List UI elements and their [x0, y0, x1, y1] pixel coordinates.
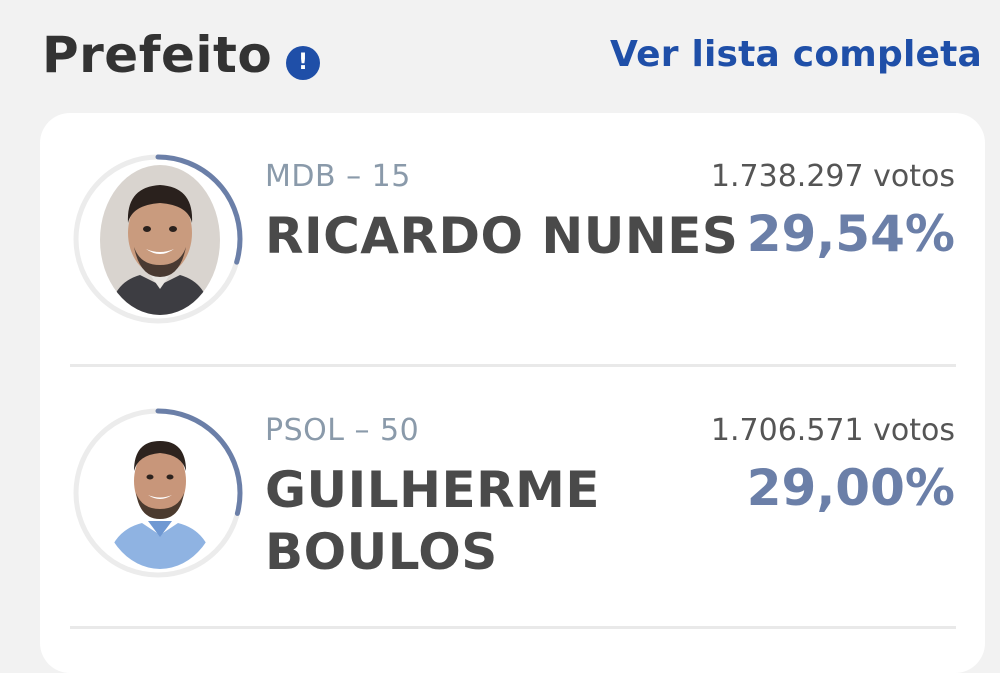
candidate-row[interactable]: PSOL – 50 GUILHERME BOULOS 1.706.571 vot…: [40, 367, 985, 627]
party-label: PSOL – 50: [265, 413, 420, 448]
vote-count: 1.738.297 votos: [710, 159, 955, 194]
page-title: Prefeito: [42, 26, 273, 84]
candidate-photo: [100, 165, 220, 315]
vote-percent: 29,54%: [746, 205, 955, 263]
avatar: [70, 151, 246, 327]
candidate-name: GUILHERME BOULOS: [265, 461, 601, 581]
candidate-name: RICARDO NUNES: [265, 207, 739, 265]
vote-percent: 29,00%: [746, 459, 955, 517]
section-header: Prefeito ! Ver lista completa: [0, 0, 1000, 110]
results-card: MDB – 15 RICARDO NUNES 1.738.297 votos 2…: [40, 113, 985, 673]
avatar: [70, 405, 246, 581]
see-full-list-link[interactable]: Ver lista completa: [610, 34, 982, 75]
vote-count: 1.706.571 votos: [710, 413, 955, 448]
candidate-row[interactable]: MDB – 15 RICARDO NUNES 1.738.297 votos 2…: [40, 113, 985, 365]
row-divider: [70, 626, 956, 629]
party-label: MDB – 15: [265, 159, 411, 194]
candidate-photo: [100, 419, 220, 569]
info-icon[interactable]: !: [286, 46, 320, 80]
